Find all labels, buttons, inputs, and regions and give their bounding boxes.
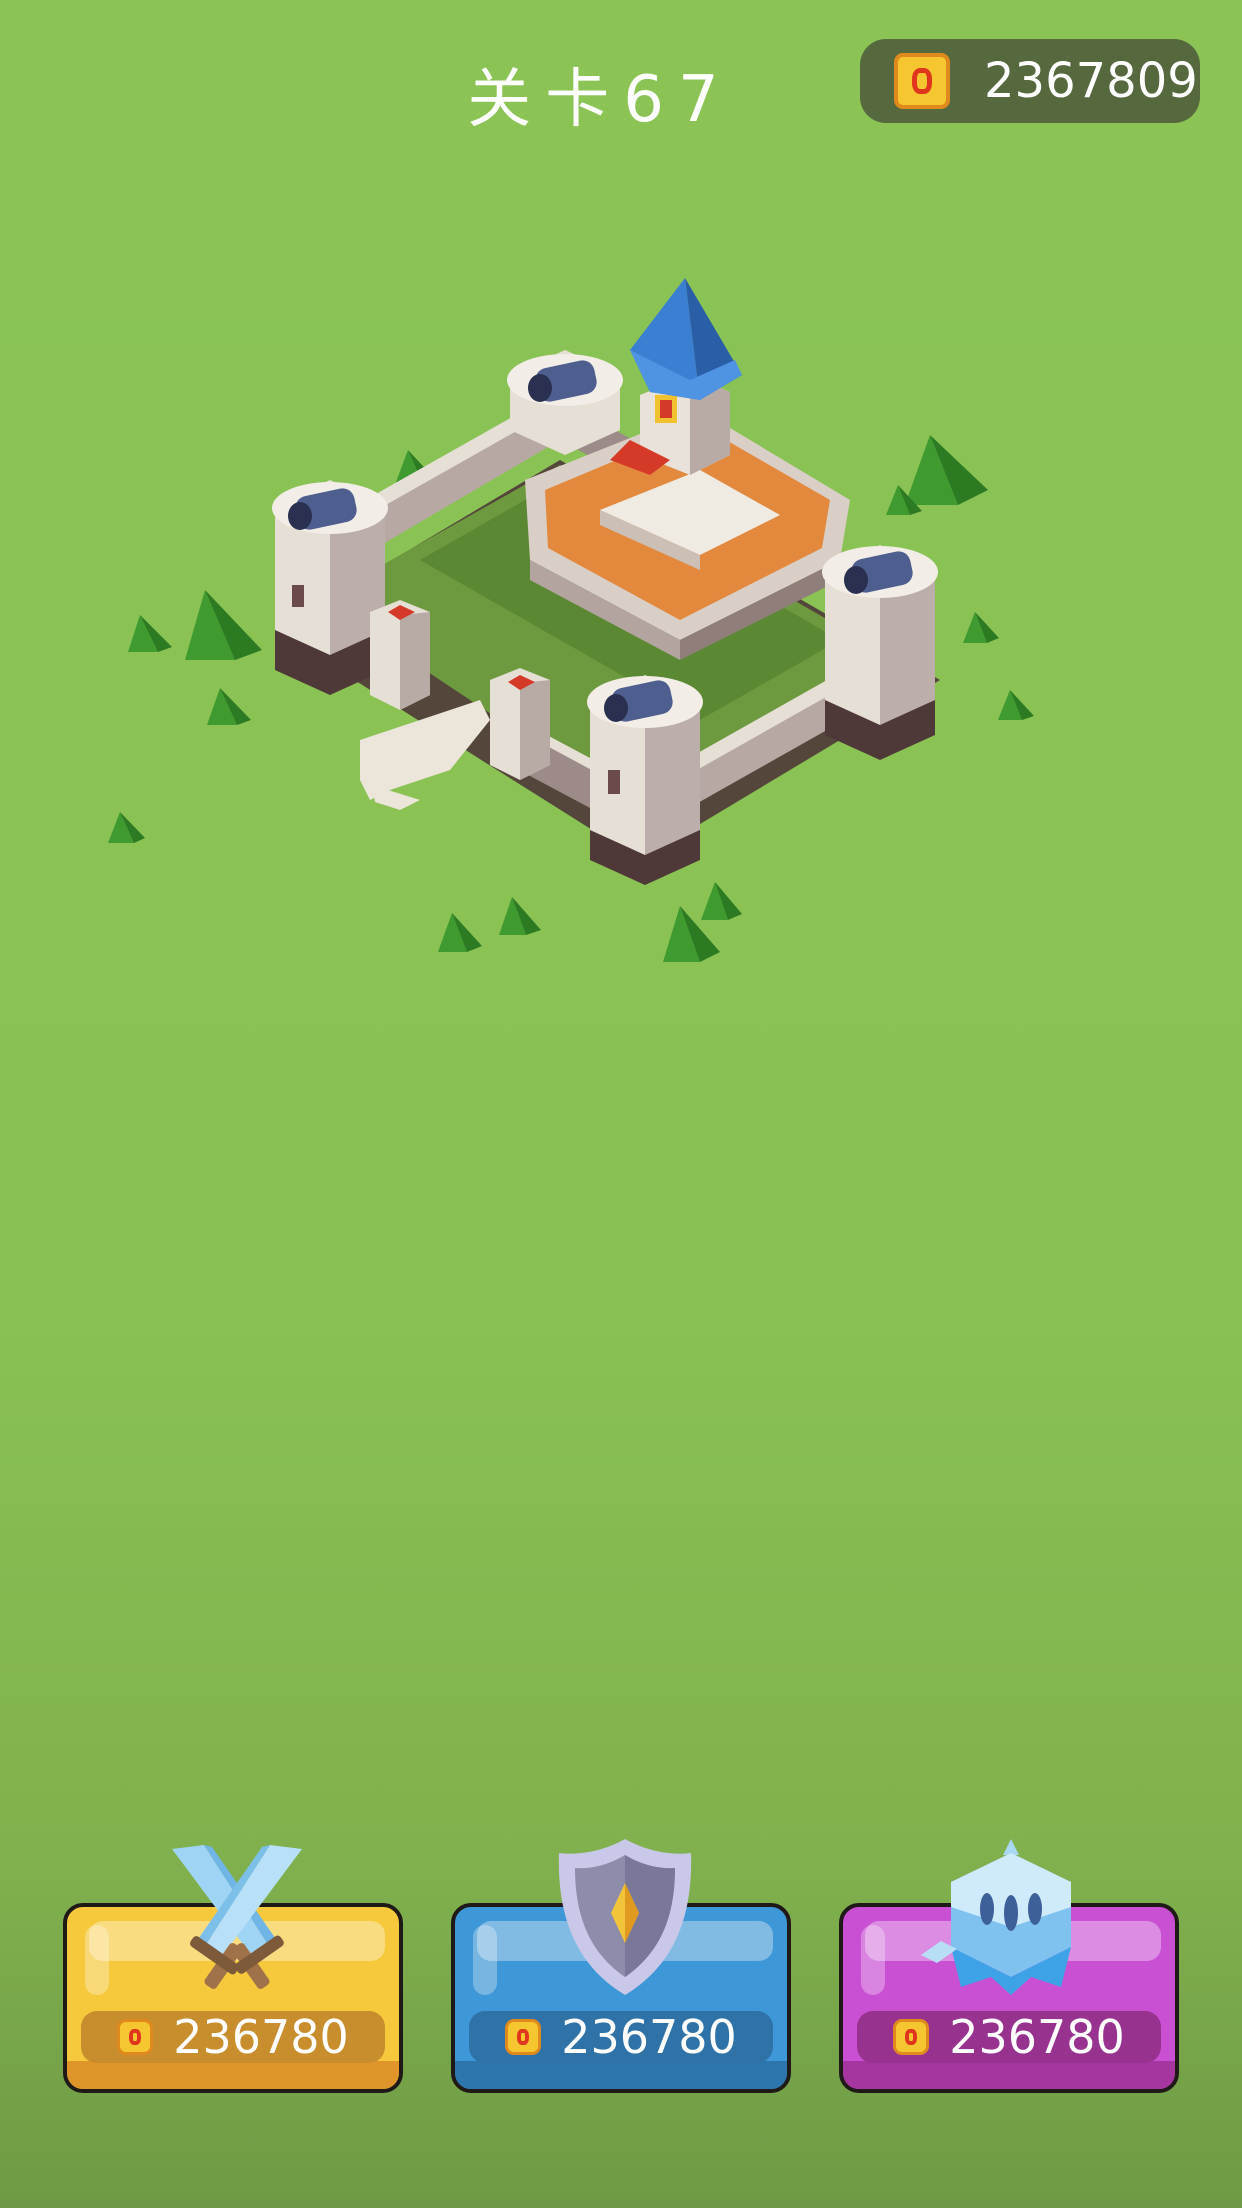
attack-price: 236780 bbox=[81, 2010, 385, 2064]
defense-price: 236780 bbox=[469, 2010, 773, 2064]
troops-upgrade-button[interactable]: 236780 bbox=[839, 1839, 1179, 2093]
defense-price-value: 236780 bbox=[561, 2010, 737, 2064]
button-shine-side bbox=[861, 1925, 885, 1995]
button-shine-side bbox=[473, 1925, 497, 1995]
button-shine-side bbox=[85, 1925, 109, 1995]
button-base bbox=[67, 2061, 399, 2089]
defense-upgrade-button[interactable]: 236780 bbox=[451, 1839, 791, 2093]
coin-icon bbox=[117, 2019, 154, 2055]
attack-upgrade-button[interactable]: 236780 bbox=[63, 1845, 403, 2093]
button-base bbox=[455, 2061, 787, 2089]
coin-icon bbox=[893, 2019, 930, 2055]
troops-price: 236780 bbox=[857, 2010, 1161, 2064]
knight-helmet-icon bbox=[921, 1839, 1071, 1995]
castle-scene[interactable] bbox=[0, 0, 1242, 1000]
troops-price-value: 236780 bbox=[949, 2010, 1125, 2064]
shield-icon bbox=[558, 1839, 692, 1995]
coin-icon bbox=[505, 2019, 542, 2055]
crossed-swords-icon bbox=[172, 1845, 302, 1989]
attack-price-value: 236780 bbox=[173, 2010, 349, 2064]
button-base bbox=[843, 2061, 1175, 2089]
